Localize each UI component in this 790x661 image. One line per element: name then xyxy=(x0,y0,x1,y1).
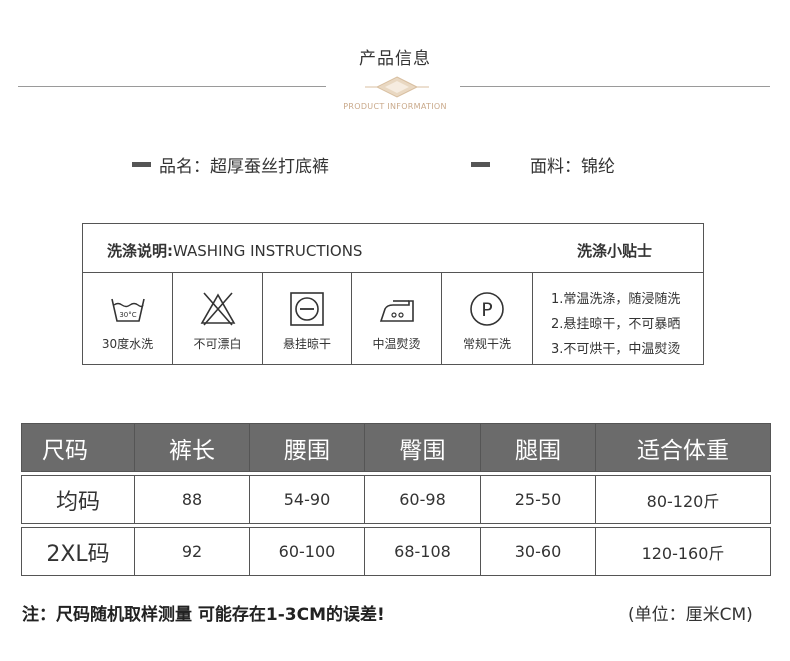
washing-header: 洗涤说明:WASHING INSTRUCTIONS 洗涤小贴士 xyxy=(83,224,703,273)
care-label: 30度水洗 xyxy=(101,337,154,351)
washing-heading: 洗涤说明:WASHING INSTRUCTIONS xyxy=(107,242,363,260)
ornament-icon xyxy=(365,76,429,98)
table-cell: 54-90 xyxy=(249,475,365,524)
care-label: 常规干洗 xyxy=(462,337,511,351)
product-material: 面料：锦纶 xyxy=(471,152,615,177)
table-cell: 88 xyxy=(134,475,250,524)
table-cell: 60-100 xyxy=(249,527,365,576)
care-iron: 中温熨烫 xyxy=(352,273,442,364)
tip-item: 2.悬挂晾干，不可暴晒 xyxy=(551,317,681,332)
tips-heading: 洗涤小贴士 xyxy=(577,242,653,260)
product-material-text: 面料：锦纶 xyxy=(530,157,615,177)
table-cell: 均码 xyxy=(21,475,135,524)
iron-medium-icon xyxy=(379,300,414,322)
washing-instructions-box: 洗涤说明:WASHING INSTRUCTIONS 洗涤小贴士 30°C 30度… xyxy=(82,223,704,365)
product-name: 品名：超厚蚕丝打底裤 xyxy=(132,152,329,177)
table-cell: 120-160斤 xyxy=(595,527,771,576)
section-title: 产品信息 xyxy=(359,49,431,69)
care-dry-clean: P 常规干洗 xyxy=(442,273,533,364)
column-header: 尺码 xyxy=(21,423,135,472)
bullet-bar xyxy=(132,162,151,167)
care-label: 中温熨烫 xyxy=(372,337,421,351)
table-cell: 2XL码 xyxy=(21,527,135,576)
section-subtitle: PRODUCT INFORMATION xyxy=(343,102,447,111)
column-header: 腿围 xyxy=(480,423,596,472)
table-cell: 80-120斤 xyxy=(595,475,771,524)
column-header: 适合体重 xyxy=(595,423,771,472)
table-row: 2XL码 92 60-100 68-108 30-60 120-160斤 xyxy=(21,527,771,576)
tip-item: 3.不可烘干，中温熨烫 xyxy=(551,342,681,357)
divider-right xyxy=(460,86,770,87)
care-hang-dry: 悬挂晾干 xyxy=(263,273,352,364)
column-header: 裤长 xyxy=(134,423,250,472)
table-cell: 92 xyxy=(134,527,250,576)
tip-item: 1.常温洗涤，随浸随洗 xyxy=(551,292,681,307)
svg-text:30°C: 30°C xyxy=(119,311,136,319)
wash-30-icon: 30°C xyxy=(110,298,145,322)
hang-dry-icon xyxy=(290,292,324,326)
care-wash-30: 30°C 30度水洗 xyxy=(83,273,173,364)
column-header: 腰围 xyxy=(249,423,365,472)
care-no-bleach: 不可漂白 xyxy=(173,273,263,364)
care-label: 不可漂白 xyxy=(193,337,242,351)
divider-left xyxy=(18,86,326,87)
dry-clean-p-icon: P xyxy=(470,292,504,326)
size-table-header: 尺码 裤长 腰围 臀围 腿围 适合体重 xyxy=(21,423,771,472)
table-cell: 30-60 xyxy=(480,527,596,576)
care-label: 悬挂晾干 xyxy=(282,337,331,351)
measurement-note: 注：尺码随机取样测量 可能存在1-3CM的误差! xyxy=(22,605,385,625)
bullet-bar xyxy=(471,162,490,167)
size-table: 尺码 裤长 腰围 臀围 腿围 适合体重 均码 88 54-90 60-98 25… xyxy=(21,423,771,576)
product-name-text: 品名：超厚蚕丝打底裤 xyxy=(159,157,329,177)
washing-tips: 1.常温洗涤，随浸随洗 2.悬挂晾干，不可暴晒 3.不可烘干，中温熨烫 xyxy=(533,273,703,364)
table-cell: 60-98 xyxy=(364,475,481,524)
svg-text:P: P xyxy=(481,299,492,321)
column-header: 臀围 xyxy=(364,423,481,472)
table-cell: 68-108 xyxy=(364,527,481,576)
table-cell: 25-50 xyxy=(480,475,596,524)
no-bleach-icon xyxy=(200,292,235,326)
table-row: 均码 88 54-90 60-98 25-50 80-120斤 xyxy=(21,475,771,524)
unit-label: (单位：厘米CM) xyxy=(628,605,753,625)
